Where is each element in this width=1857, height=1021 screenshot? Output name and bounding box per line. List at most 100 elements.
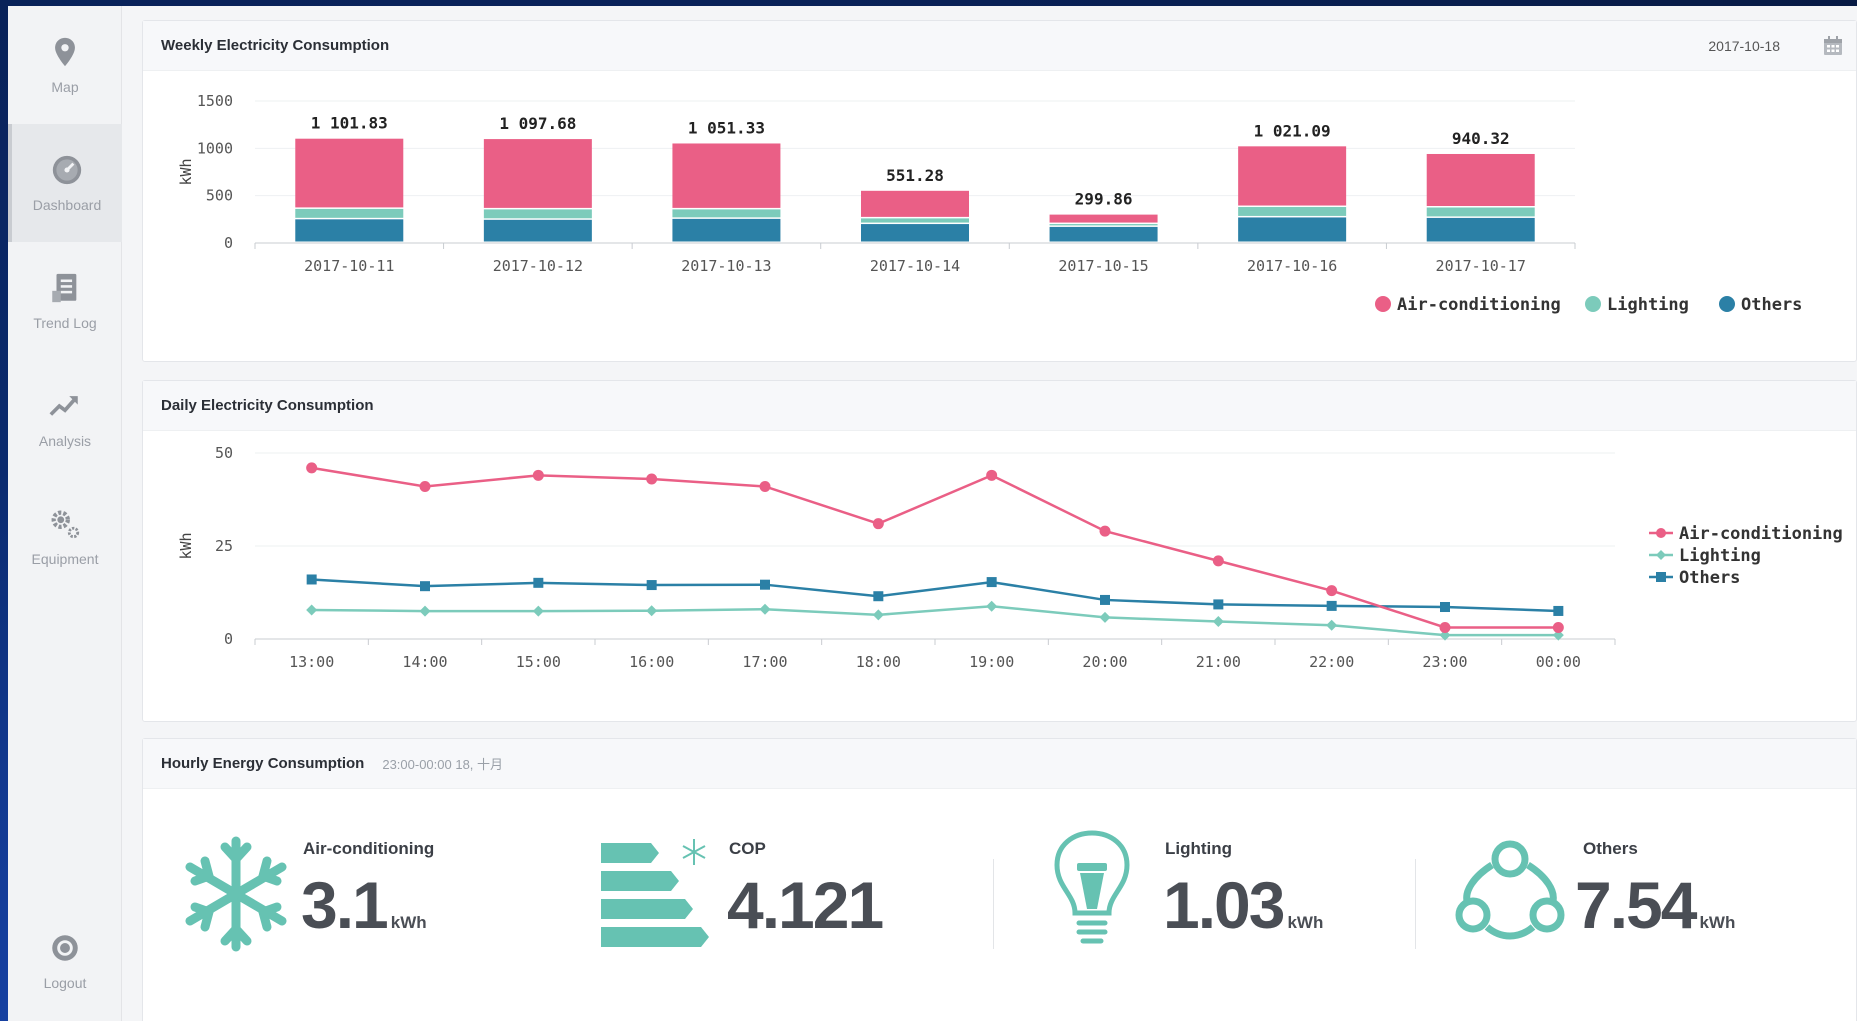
calendar-icon[interactable]	[1822, 35, 1844, 57]
legend-label: Lighting	[1679, 546, 1761, 566]
bar-segment-others	[295, 219, 404, 242]
data-point	[1326, 619, 1338, 631]
x-tick-label: 20:00	[1082, 653, 1127, 671]
analysis-trend-icon	[49, 396, 78, 416]
stat-others: Others 7.54 kWh	[1455, 829, 1835, 979]
bar-segment-others	[1049, 226, 1158, 242]
bar-total-label: 1 021.09	[1254, 121, 1331, 140]
sidebar-item-label: Map	[51, 79, 79, 95]
x-tick-label: 18:00	[856, 653, 901, 671]
weekly-panel: Weekly Electricity Consumption 2017-10-1…	[142, 20, 1857, 362]
data-point	[420, 581, 430, 592]
bar-segment-lighting	[295, 208, 404, 218]
data-point	[306, 604, 318, 616]
divider	[1415, 859, 1416, 949]
data-point	[646, 580, 657, 591]
sidebar-item-equipment[interactable]: Equipment	[8, 478, 122, 596]
data-point	[532, 605, 544, 617]
data-point	[760, 579, 770, 590]
data-point	[1212, 616, 1224, 628]
y-tick-label: 1000	[197, 139, 233, 157]
data-point	[986, 469, 998, 481]
data-point	[532, 469, 544, 481]
data-point	[759, 603, 771, 615]
data-point	[1440, 602, 1450, 613]
data-point	[1326, 600, 1337, 611]
legend-marker	[1656, 528, 1666, 538]
stat-number: 1.03	[1163, 868, 1285, 942]
bar-segment-air-conditioning	[1426, 153, 1535, 206]
trend-log-icon	[52, 273, 77, 303]
sidebar: Map Dashboard Trend Log Analysis Equipme…	[8, 6, 122, 1021]
data-point	[1100, 594, 1110, 605]
data-point	[1553, 605, 1564, 616]
x-tick-label: 17:00	[742, 653, 787, 671]
panel-title: Daily Electricity Consumption	[161, 397, 374, 414]
stat-value: 7.54 kWh	[1575, 867, 1735, 943]
sidebar-item-dashboard[interactable]: Dashboard	[8, 124, 122, 242]
series-line-lighting	[311, 605, 1559, 637]
bar-segment-others	[483, 219, 592, 242]
x-tick-label: 14:00	[402, 653, 447, 671]
lightbulb-icon	[1054, 830, 1130, 944]
y-tick-label: 0	[224, 234, 233, 252]
stat-label: Air-conditioning	[303, 839, 435, 858]
sidebar-item-analysis[interactable]: Analysis	[8, 360, 122, 478]
data-point	[1099, 611, 1111, 623]
data-point	[306, 462, 318, 474]
bar-total-label: 299.86	[1075, 190, 1133, 209]
data-point	[1213, 599, 1224, 610]
sidebar-item-map[interactable]: Map	[8, 6, 122, 124]
bar-total-label: 551.28	[886, 166, 944, 185]
bar-segment-others	[672, 218, 781, 242]
x-tick-label: 13:00	[289, 653, 334, 671]
legend-marker	[1375, 296, 1391, 312]
x-tick-label: 2017-10-12	[493, 257, 583, 275]
y-axis-label: kWh	[177, 532, 195, 559]
data-point	[1326, 585, 1338, 597]
bar-total-label: 1 051.33	[688, 118, 765, 137]
data-point	[1439, 621, 1451, 633]
data-point	[759, 480, 771, 492]
panel-subtitle: 23:00-00:00 18, 十月	[382, 757, 504, 772]
bar-segment-air-conditioning	[1049, 214, 1158, 223]
legend-marker	[1656, 550, 1666, 560]
data-point	[986, 577, 997, 588]
weekly-bar-chart: 0 500 1000 1500 kWh 1 101.83 2017-10-11 1 097.6…	[177, 92, 1802, 315]
dashboard-gauge-icon	[52, 155, 82, 185]
bar-segment-others	[1426, 217, 1535, 242]
stat-number: 7.54	[1575, 868, 1697, 942]
data-point	[646, 605, 658, 617]
stat-value: 3.1 kWh	[301, 867, 427, 943]
panel-header: Hourly Energy Consumption 23:00-00:00 18…	[143, 739, 1856, 789]
sidebar-item-trend-log[interactable]: Trend Log	[8, 242, 122, 360]
bar-segment-lighting	[1426, 207, 1535, 217]
bar-segment-lighting	[672, 209, 781, 218]
series-line-air-conditioning	[311, 466, 1559, 629]
x-tick-label: 2017-10-15	[1058, 257, 1148, 275]
stat-unit: kWh	[1287, 913, 1324, 932]
legend-marker	[1719, 296, 1735, 312]
panel-header: Weekly Electricity Consumption 2017-10-1…	[143, 21, 1856, 71]
sidebar-item-logout[interactable]: Logout	[8, 902, 122, 1020]
bar-segment-air-conditioning	[861, 190, 969, 217]
sidebar-item-label: Equipment	[31, 551, 99, 567]
bar-total-label: 940.32	[1452, 129, 1510, 148]
panel-title: Hourly Energy Consumption	[161, 755, 365, 772]
data-point	[872, 609, 884, 621]
legend-label: Lighting	[1607, 295, 1689, 315]
x-tick-label: 23:00	[1422, 653, 1467, 671]
date-picker-value[interactable]: 2017-10-18	[1708, 38, 1780, 54]
data-point	[646, 473, 658, 485]
stat-value: 1.03 kWh	[1163, 867, 1323, 943]
sidebar-item-label: Analysis	[38, 433, 92, 449]
bar-segment-lighting	[483, 209, 592, 219]
stat-cop: COP 4.121	[601, 829, 961, 979]
data-point	[986, 600, 998, 612]
data-point	[1212, 555, 1224, 567]
y-tick-label: 25	[215, 537, 233, 555]
data-point	[419, 605, 431, 617]
sidebar-item-label: Logout	[43, 975, 87, 991]
main-content: Weekly Electricity Consumption 2017-10-1…	[142, 20, 1857, 1021]
network-nodes-icon	[1455, 840, 1565, 940]
